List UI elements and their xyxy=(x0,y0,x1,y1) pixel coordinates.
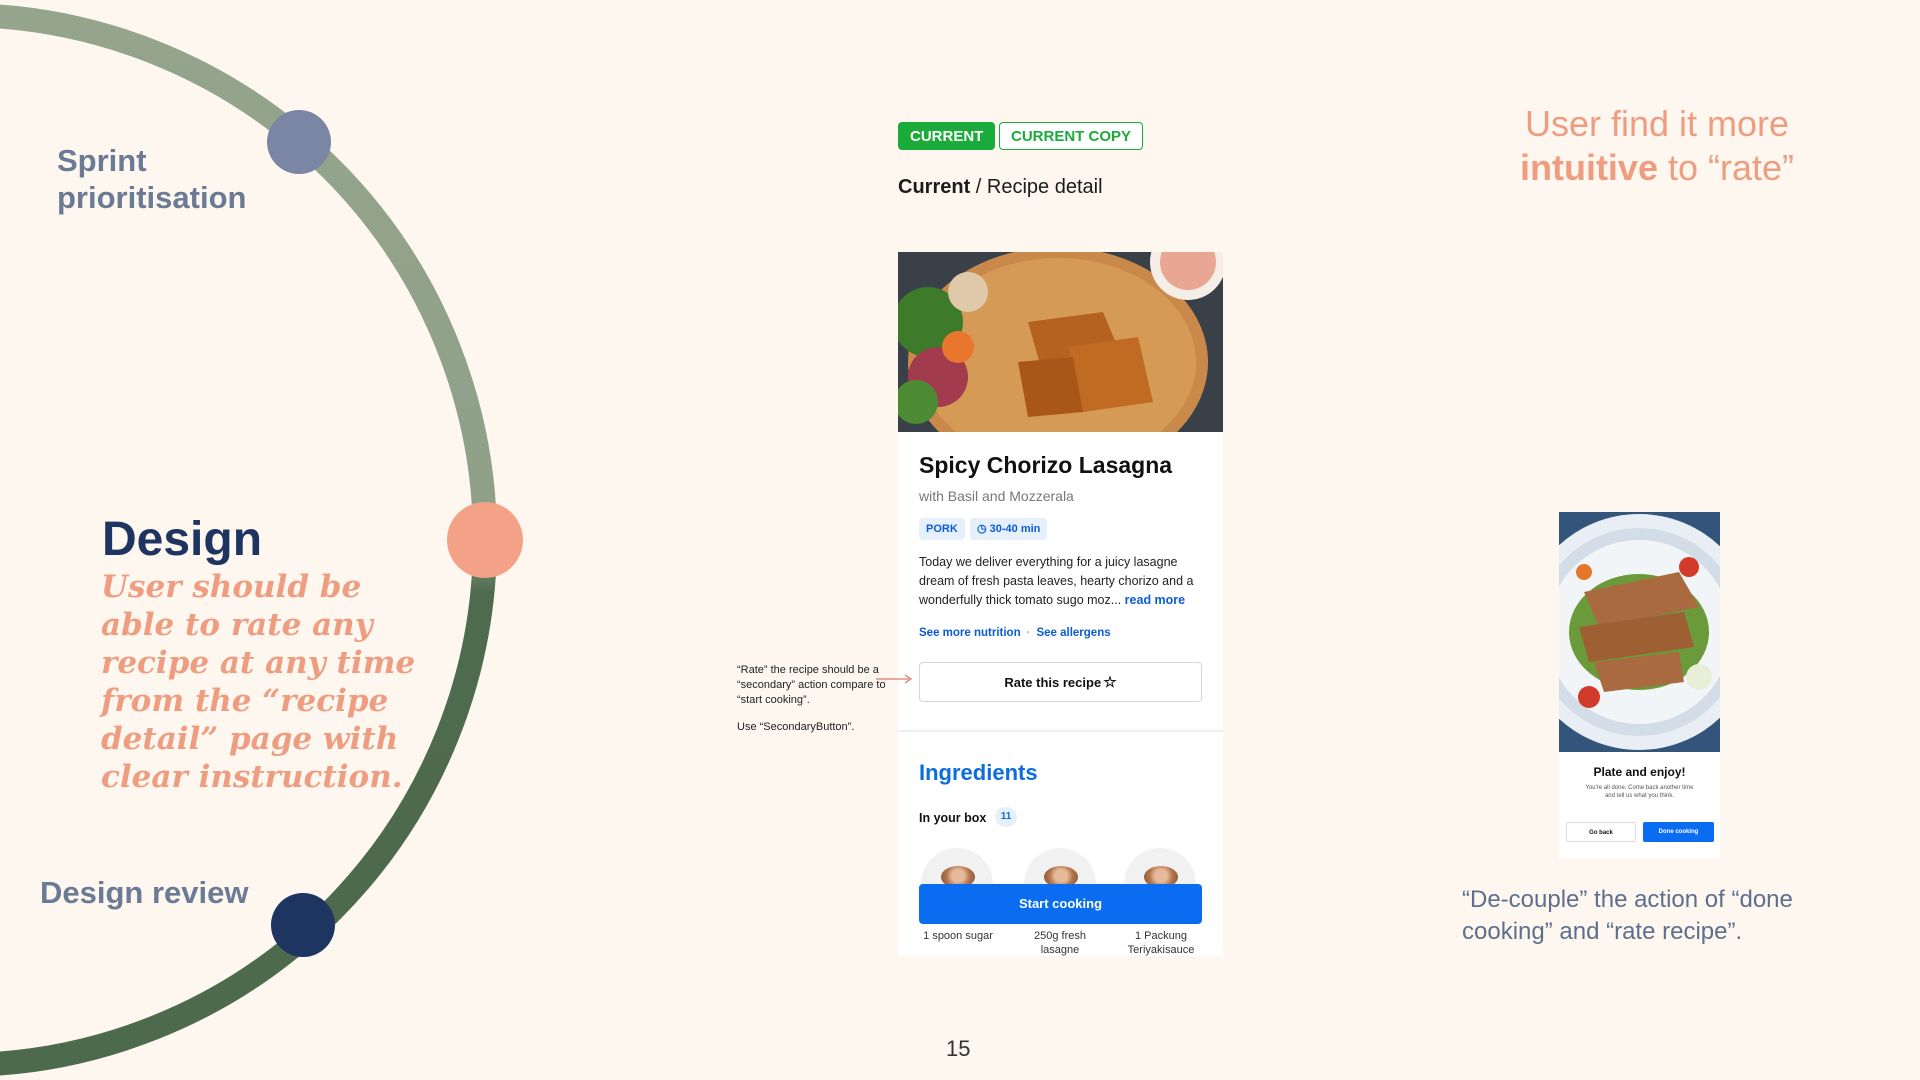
in-box-count-badge: 11 xyxy=(995,807,1017,827)
insight-emphasis: intuitive xyxy=(1519,147,1658,188)
ingredients-title: Ingredients xyxy=(919,760,1038,785)
plated-dish-image xyxy=(1559,512,1720,752)
breadcrumb-page: Recipe detail xyxy=(986,176,1103,198)
protein-chip: PORK xyxy=(919,518,965,540)
start-cooking-button[interactable]: Start cooking xyxy=(919,884,1202,924)
recipe-hero-image xyxy=(898,252,1223,432)
plate-and-enjoy-screen: Plate and enjoy! You're all done. Come b… xyxy=(1559,512,1720,858)
insight-prefix: User find it more xyxy=(1524,103,1790,144)
recipe-title: Spicy Chorizo Lasagna xyxy=(919,452,1173,478)
stage-sprint-prioritisation: Sprint prioritisation xyxy=(57,143,247,215)
read-more-link[interactable]: read more xyxy=(1125,593,1185,607)
design-stage-dot xyxy=(447,502,523,578)
ingredient-name: 250g fresh lasagne xyxy=(1034,930,1086,956)
stage-design-review: Design review xyxy=(40,875,249,910)
info-links: See more nutrition · See allergens xyxy=(919,627,1111,639)
time-chip: ◷ 30-40 min xyxy=(970,518,1048,540)
rate-annotation-note: “Rate” the recipe should be a “secondary… xyxy=(737,664,886,706)
breadcrumb-separator: / xyxy=(970,176,987,198)
star-icon: ☆ xyxy=(1103,674,1117,691)
decouple-note: “De-couple” the action of “done cooking”… xyxy=(1462,886,1793,945)
link-separator: · xyxy=(1026,627,1031,639)
insight-suffix: to “rate” xyxy=(1657,147,1795,188)
done-cooking-button[interactable]: Done cooking xyxy=(1643,822,1714,842)
insight-heading: User find it more intuitive to “rate” xyxy=(1474,102,1840,190)
current-copy-tag: CURRENT COPY xyxy=(999,122,1144,150)
rate-recipe-label: Rate this recipe xyxy=(1004,674,1102,690)
time-chip-label: 30-40 min xyxy=(989,523,1041,535)
plate-title: Plate and enjoy! xyxy=(1593,765,1686,779)
in-your-box-label: In your box xyxy=(919,811,987,825)
see-allergens-link[interactable]: See allergens xyxy=(1036,627,1110,639)
stage-design-title: Design xyxy=(102,513,263,566)
clock-icon: ◷ xyxy=(977,523,990,535)
recipe-info-card: Spicy Chorizo Lasagna with Basil and Moz… xyxy=(898,432,1223,742)
breadcrumb: Current / Recipe detail xyxy=(898,176,1103,199)
recipe-subtitle: with Basil and Mozzerala xyxy=(919,488,1074,504)
go-back-button[interactable]: Go back xyxy=(1566,822,1636,842)
secondary-button-note: Use “SecondaryButton”. xyxy=(737,721,855,733)
plate-subtitle: You're all done. Come back another time … xyxy=(1585,785,1694,799)
recipe-description: Today we deliver everything for a juicy … xyxy=(919,553,1209,610)
current-tag: CURRENT xyxy=(898,122,996,150)
page-number: 15 xyxy=(946,1036,971,1061)
recipe-detail-screen: Spicy Chorizo Lasagna with Basil and Moz… xyxy=(898,252,1223,956)
breadcrumb-section: Current xyxy=(898,176,971,198)
ingredient-name: 1 Packung Teriyakisauce xyxy=(1127,930,1195,956)
section-divider xyxy=(898,730,1223,732)
rate-recipe-button[interactable]: Rate this recipe ☆ xyxy=(919,662,1202,702)
arrow-right-icon xyxy=(876,674,913,684)
design-description: User should be able to rate any recipe a… xyxy=(101,569,416,795)
see-nutrition-link[interactable]: See more nutrition xyxy=(919,627,1021,639)
review-stage-dot xyxy=(271,893,335,957)
ingredient-name: 1 spoon sugar xyxy=(923,930,993,942)
